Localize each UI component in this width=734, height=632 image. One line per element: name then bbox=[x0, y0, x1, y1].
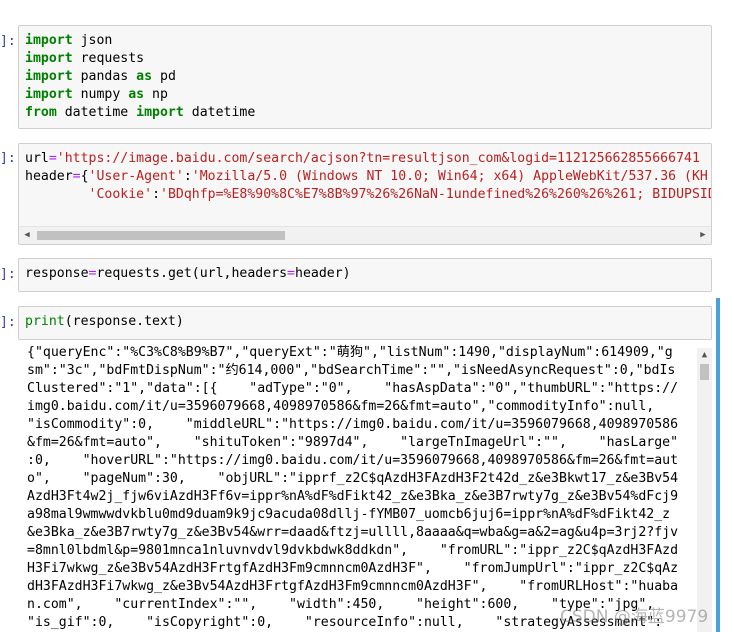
output-line: {"queryEnc":"%C3%C8%B9%B7","queryExt":"萌… bbox=[27, 345, 673, 360]
code-url-header[interactable]: url='https://image.baidu.com/search/acjs… bbox=[25, 150, 712, 204]
code-line: 'Cookie':'BDqhfp=%E8%90%8C%E7%8B%97%26%2… bbox=[25, 186, 712, 204]
output-line: &e3Bka_z&e3B7rwty7g_z&e3Bv54&wrr=daad&ft… bbox=[27, 525, 679, 540]
code-token: 'Mozilla/5.0 (Windows NT 10.0; Win64; x6… bbox=[191, 169, 708, 184]
code-token: numpy bbox=[72, 87, 129, 102]
cell-3-prompt: ]: bbox=[0, 267, 16, 282]
output-line: a98mal9wmwwdvkblu0md9duam9k9jc9acuda08dl… bbox=[27, 507, 671, 522]
code-line: import numpy as np bbox=[25, 86, 255, 104]
horizontal-scroll-thumb[interactable] bbox=[37, 231, 285, 240]
watermark: CSDN @海蓝9979 bbox=[560, 607, 709, 627]
code-request[interactable]: response=requests.get(url,headers=header… bbox=[25, 265, 351, 283]
code-token: import bbox=[25, 33, 73, 48]
code-print[interactable]: print(response.text) bbox=[25, 313, 184, 331]
code-token: requests.get(url,headers bbox=[96, 266, 288, 281]
code-token: response bbox=[25, 266, 89, 281]
code-token: datetime bbox=[56, 105, 137, 120]
output-line: &fm=26&fmt=auto", "shituToken":"9897d4",… bbox=[27, 435, 679, 450]
code-token: import bbox=[25, 69, 73, 84]
code-line: response=requests.get(url,headers=header… bbox=[25, 265, 351, 283]
output-line: AzdH3Ft4w2j_fjw6viAzdH3Ff6v=ippr%nA%dF%d… bbox=[27, 489, 679, 504]
output-line: :0, "hoverURL":"https://img0.baidu.com/i… bbox=[27, 453, 679, 468]
code-token: print bbox=[25, 314, 65, 329]
output-line: o", "pageNum":30, "objURL":"ipprf_z2C$qA… bbox=[27, 471, 679, 486]
code-token: = bbox=[48, 151, 57, 166]
code-token: : bbox=[152, 187, 161, 202]
output-line: dH3FAzdH3Fi7wkwg_z&e3Bv54AzdH3FrtgfAzdH3… bbox=[27, 579, 679, 594]
code-token: requests bbox=[72, 51, 145, 66]
code-token: = bbox=[72, 169, 81, 184]
scroll-up-arrow-icon[interactable]: ▲ bbox=[697, 348, 712, 363]
output-line: Clustered":"1","data":[{ "adType":"0", "… bbox=[27, 381, 679, 396]
code-token: as bbox=[136, 69, 153, 84]
vertical-scrollbar[interactable]: ▲ bbox=[697, 348, 712, 632]
cell-1-prompt: ]: bbox=[0, 34, 16, 49]
code-token: np bbox=[144, 87, 168, 102]
cell-2-prompt: ]: bbox=[0, 151, 16, 166]
cell-4-prompt: ]: bbox=[0, 315, 16, 330]
code-line: import pandas as pd bbox=[25, 68, 255, 86]
code-token: header bbox=[25, 169, 73, 184]
code-token: pandas bbox=[72, 69, 137, 84]
output-line: "isCommodity":0, "middleURL":"https://im… bbox=[27, 417, 679, 432]
code-line: header={'User-Agent':'Mozilla/5.0 (Windo… bbox=[25, 168, 711, 186]
code-cell-imports[interactable]: import json import requests import pandas … bbox=[18, 25, 712, 129]
code-token: { bbox=[80, 169, 89, 184]
code-cell-url-header[interactable]: url='https://image.baidu.com/search/acjs… bbox=[18, 143, 712, 245]
code-token: 'BDqhfp=%E8%90%8C%E7%8B%97%26%26NaN-1und… bbox=[160, 187, 712, 202]
code-token: import bbox=[136, 105, 184, 120]
code-imports[interactable]: import json import requests import pandas … bbox=[25, 32, 255, 122]
code-token: url bbox=[25, 151, 49, 166]
code-token: import bbox=[25, 51, 73, 66]
code-line: url='https://image.baidu.com/search/acjs… bbox=[25, 150, 711, 168]
scroll-left-arrow-icon[interactable]: ◀ bbox=[19, 227, 35, 244]
horizontal-scrollbar[interactable]: ◀ ▶ bbox=[19, 226, 711, 244]
cell-output-area[interactable]: {"queryEnc":"%C3%C8%B9%B7","queryExt":"萌… bbox=[18, 344, 714, 632]
vertical-scroll-thumb[interactable] bbox=[700, 364, 709, 380]
output-line: img0.baidu.com/it/u=3596079668,409897058… bbox=[27, 399, 655, 414]
code-line: import json bbox=[25, 32, 255, 50]
selected-cell-indicator bbox=[716, 298, 720, 632]
scroll-right-arrow-icon[interactable]: ▶ bbox=[695, 227, 711, 244]
code-token: 'https://image.baidu.com/search/acjson?t… bbox=[56, 151, 700, 166]
code-token: header) bbox=[295, 266, 351, 281]
code-token: pd bbox=[152, 69, 176, 84]
output-text: {"queryEnc":"%C3%C8%B9%B7","queryExt":"萌… bbox=[27, 344, 687, 632]
code-token: json bbox=[72, 33, 113, 48]
code-line: print(response.text) bbox=[25, 313, 184, 331]
code-token: datetime bbox=[183, 105, 256, 120]
output-line: H3Fi7wkwg_z&e3Bv54AzdH3FrtgfAzdH3Fm9cmnn… bbox=[27, 561, 679, 576]
code-token: : bbox=[183, 169, 192, 184]
code-token: from bbox=[25, 105, 57, 120]
output-line: =8mnl0lbdml&p=9801mnca1nluvnvdvl9dvkbdwk… bbox=[27, 543, 679, 558]
code-cell-request[interactable]: response=requests.get(url,headers=header… bbox=[18, 258, 712, 292]
code-token: 'Cookie' bbox=[88, 187, 153, 202]
output-line: sm":"3c","bdFmtDispNum":"约614,000","bdSe… bbox=[27, 363, 676, 378]
code-line: import requests bbox=[25, 50, 255, 68]
code-token: (response.text) bbox=[64, 314, 184, 329]
code-token: = bbox=[287, 266, 295, 281]
code-token: 'User-Agent' bbox=[88, 169, 184, 184]
code-cell-print[interactable]: print(response.text) bbox=[18, 306, 712, 340]
code-token: as bbox=[128, 87, 145, 102]
code-line: from datetime import datetime bbox=[25, 104, 255, 122]
code-token: import bbox=[25, 87, 73, 102]
